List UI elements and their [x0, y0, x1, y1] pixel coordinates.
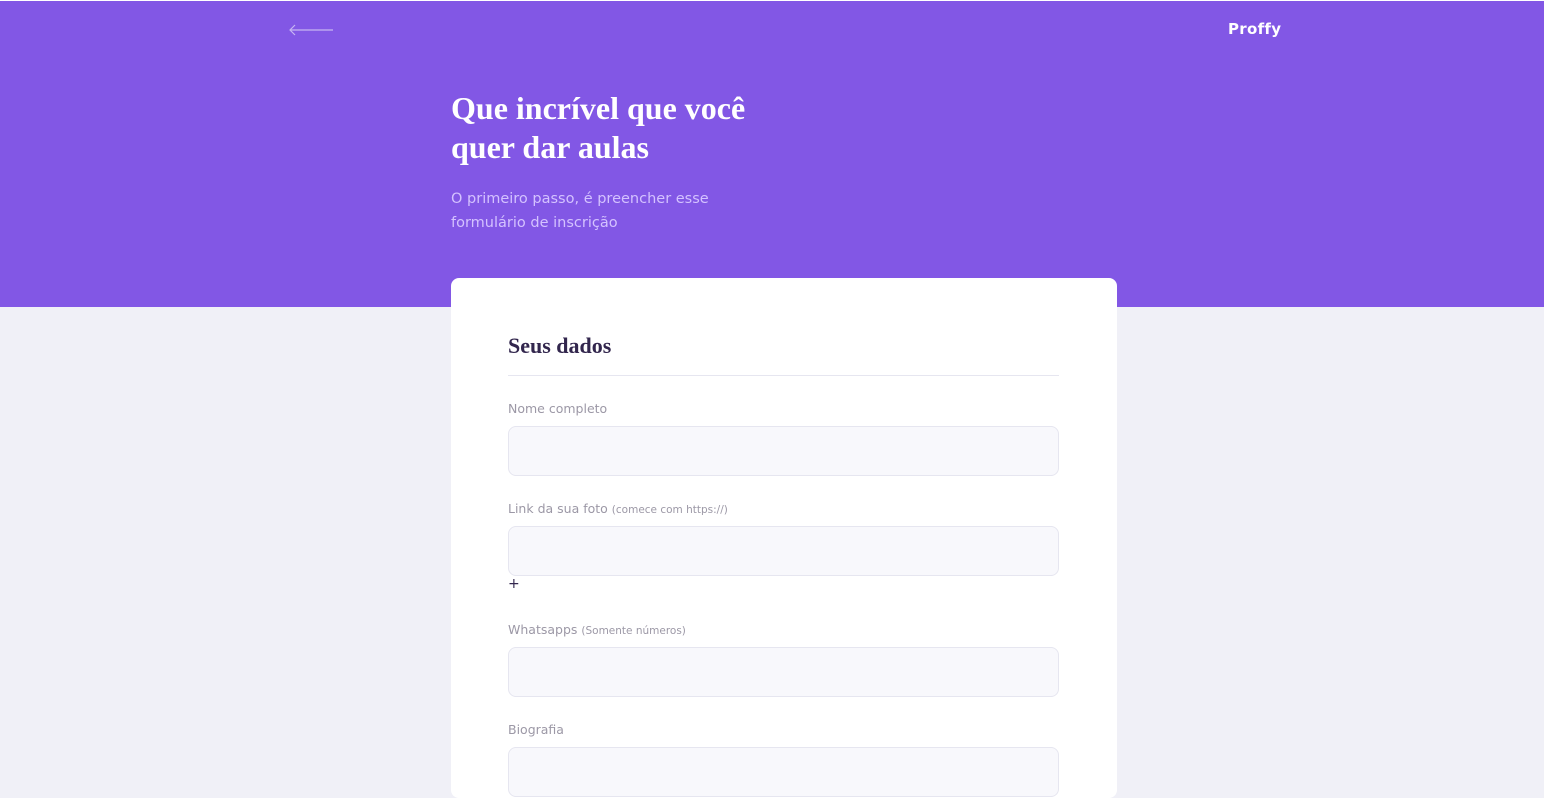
add-button[interactable]: +: [508, 576, 520, 592]
whatsapp-label: Whatsapps (Somente números): [508, 622, 686, 637]
whatsapp-label-hint: (Somente números): [581, 625, 686, 637]
page-title-line-1: Que incrível que você: [451, 90, 746, 126]
section-divider: [508, 375, 1059, 376]
photo-label: Link da sua foto (comece com https://): [508, 501, 728, 516]
form-card: Seus dados Nome completo Link da sua fot…: [451, 278, 1117, 798]
bio-label-text: Biografia: [508, 722, 564, 737]
whatsapp-input[interactable]: [508, 647, 1059, 697]
name-label-text: Nome completo: [508, 401, 608, 416]
name-input[interactable]: [508, 426, 1059, 476]
whatsapp-label-text: Whatsapps: [508, 622, 578, 637]
photo-label-text: Link da sua foto: [508, 501, 608, 516]
page-title: Que incrível que você quer dar aulas: [451, 89, 791, 167]
arrow-left-icon: [289, 24, 333, 36]
photo-input[interactable]: [508, 526, 1059, 576]
page-subtitle-line-1: O primeiro passo, é preencher esse: [451, 191, 709, 207]
name-label: Nome completo: [508, 401, 607, 416]
back-link[interactable]: [286, 19, 336, 41]
bio-input[interactable]: [508, 747, 1059, 797]
page-subtitle-line-2: formulário de inscrição: [451, 215, 618, 231]
section-title: Seus dados: [508, 333, 612, 358]
photo-label-hint: (comece com https://): [611, 504, 728, 516]
logo: Proffy: [1228, 20, 1282, 38]
page-title-line-2: quer dar aulas: [451, 129, 649, 165]
page-header: Proffy Que incrível que você quer dar au…: [0, 1, 1544, 307]
bio-label: Biografia: [508, 722, 564, 737]
page-subtitle: O primeiro passo, é preencher esse formu…: [451, 187, 741, 235]
